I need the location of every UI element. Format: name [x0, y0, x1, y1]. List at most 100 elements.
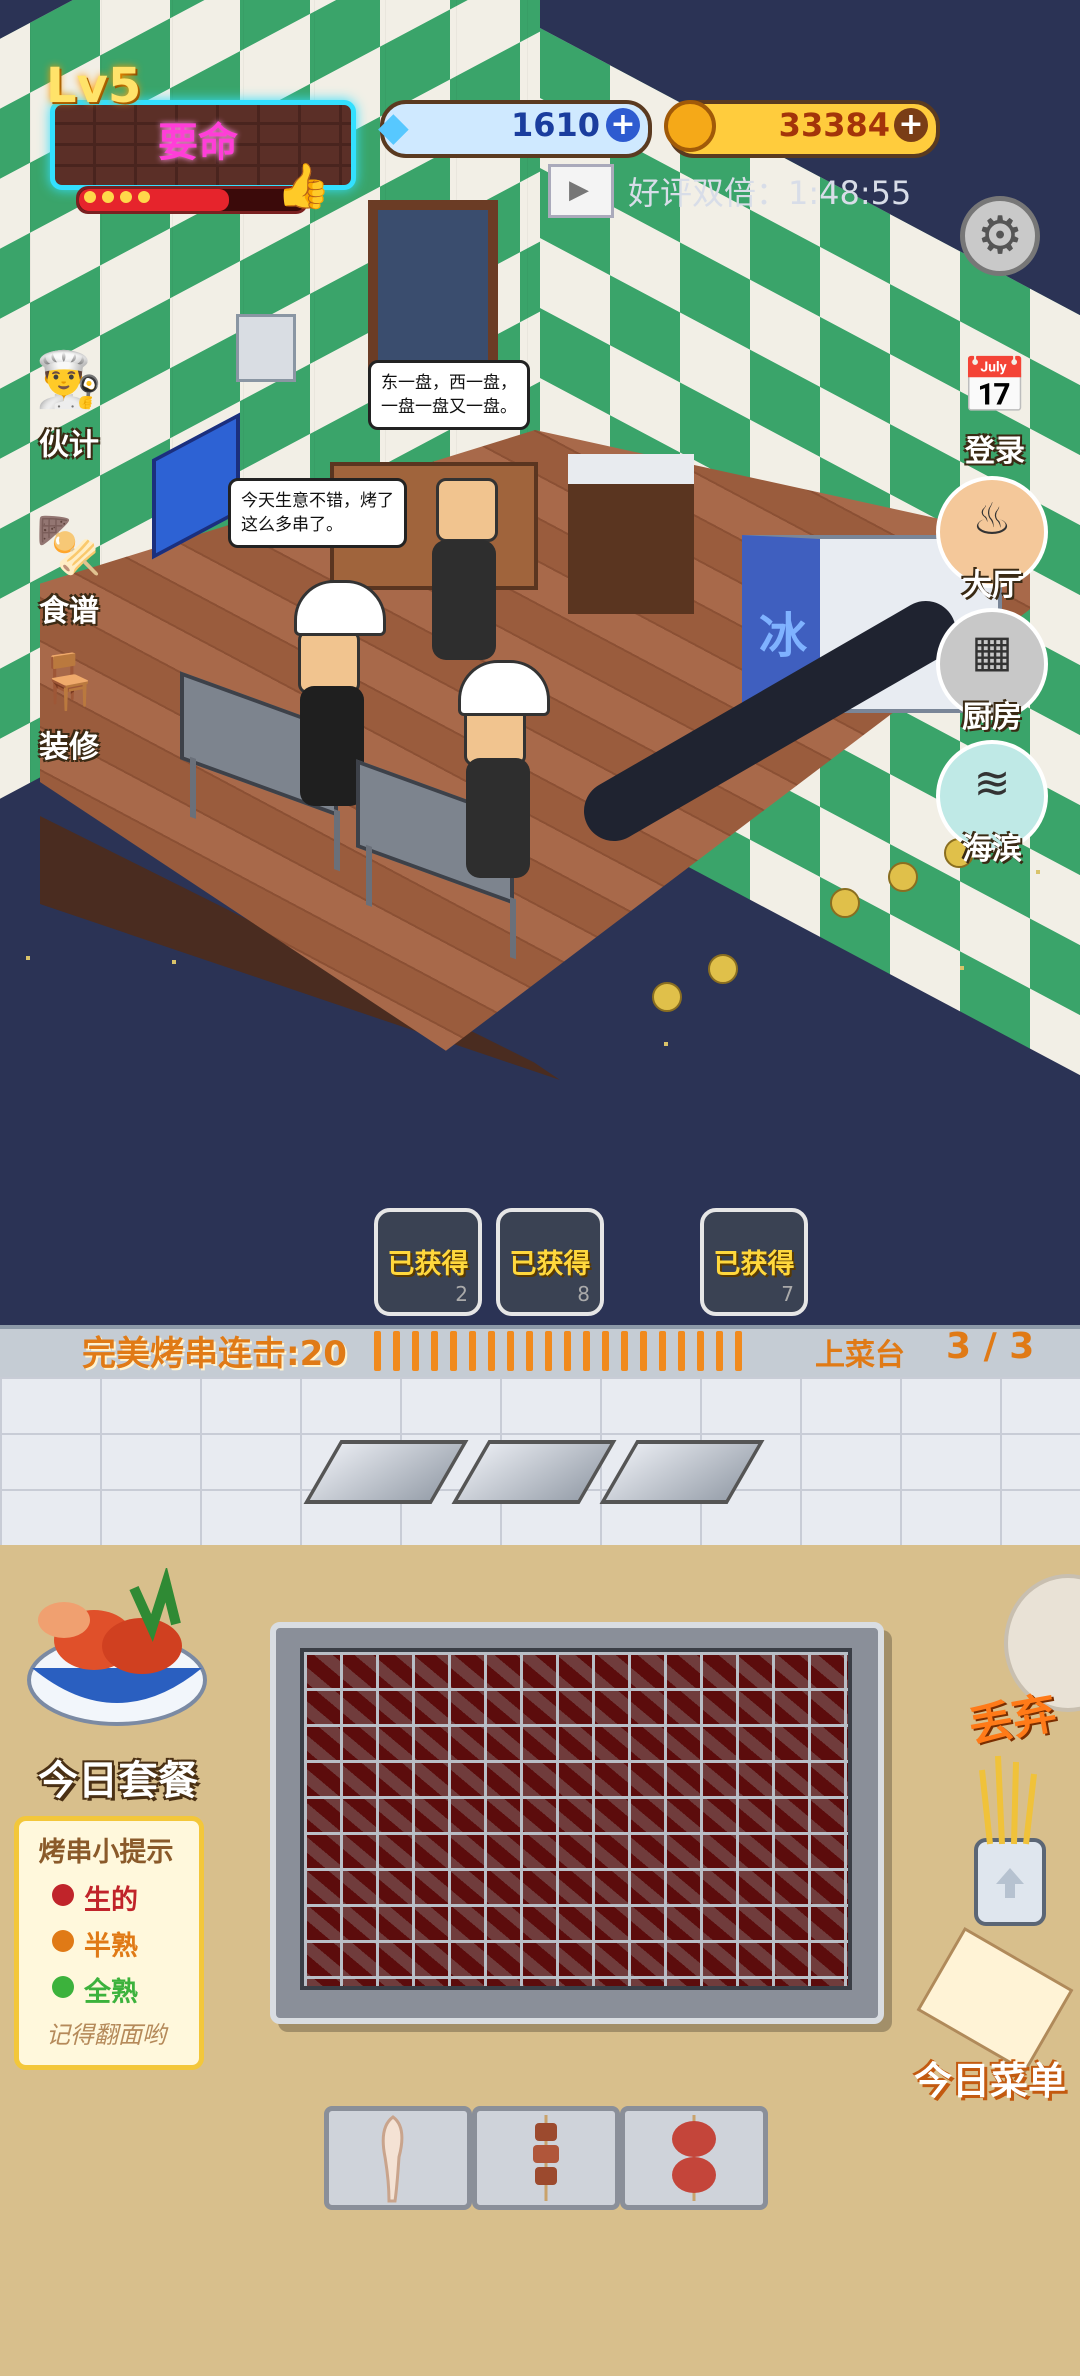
tips-title: 烤串小提示 [38, 1837, 174, 1868]
xp-dot [120, 191, 132, 203]
coin-drop[interactable] [708, 954, 738, 984]
star [172, 960, 176, 964]
achievement-count: 2 [455, 1282, 468, 1306]
today-menu-label[interactable]: 今日菜单 [914, 2050, 1066, 2105]
video-play-icon[interactable] [548, 164, 614, 218]
achievement-label: 已获得 [509, 1249, 591, 1280]
half-done-indicator-icon [52, 1930, 74, 1952]
waiter-body[interactable] [432, 540, 496, 660]
combo-tick [583, 1331, 590, 1371]
coin-drop[interactable] [830, 888, 860, 918]
combo-tick [735, 1331, 742, 1371]
meat-skewer-icon [533, 2115, 559, 2201]
skewer-slot[interactable] [620, 2106, 768, 2210]
sidebar-item-staff[interactable]: 👨‍🍳 伙计 [14, 340, 124, 464]
combo-tick [469, 1331, 476, 1371]
star [960, 966, 964, 970]
raw-indicator-icon [52, 1884, 74, 1906]
speech-bubble-chef: 今天生意不错，烤了 这么多串了。 [228, 478, 407, 548]
combo-tick [678, 1331, 685, 1371]
combo-tick [507, 1331, 514, 1371]
star [664, 1042, 668, 1046]
calendar-icon: 📅 [961, 354, 1029, 417]
star [26, 956, 30, 960]
combo-tick [450, 1331, 457, 1371]
combo-tick [640, 1331, 647, 1371]
chef-2-body[interactable] [466, 758, 530, 878]
sidebar-item-decorate[interactable]: 🪑 装修 [14, 642, 124, 766]
tip-raw: 生的 [84, 1885, 138, 1916]
sink [568, 454, 694, 614]
achievement-count: 8 [577, 1282, 590, 1306]
combo-tick [564, 1331, 571, 1371]
combo-tick [621, 1331, 628, 1371]
sidebar-item-label: 装修 [39, 730, 99, 765]
speech-bubble-waiter: 东一盘，西一盘， 一盘一盘又一盘。 [368, 360, 530, 430]
coin-drop[interactable] [888, 862, 918, 892]
sidebar-item-seaside[interactable]: ≋ 海滨 [936, 740, 1048, 867]
xp-bar-fill [79, 189, 229, 211]
combo-tick [526, 1331, 533, 1371]
serving-counter-value: 3 / 3 [946, 1326, 1035, 1367]
thumbs-up-icon: 👍 [276, 161, 331, 212]
sausage-skewer-icon [672, 2115, 716, 2201]
double-reward-timer[interactable]: 好评双倍：1:48:55 [628, 168, 911, 214]
tip-done: 全熟 [84, 1977, 138, 2008]
serving-counter-label: 上菜台 [815, 1338, 905, 1373]
window [368, 200, 498, 380]
seaside-icon: ≋ [973, 758, 1011, 809]
combo-tick [374, 1331, 381, 1371]
combo-tick [412, 1331, 419, 1371]
xp-dot [102, 191, 114, 203]
hall-icon: ♨ [972, 494, 1012, 545]
skewer-slot[interactable] [472, 2106, 620, 2210]
sidebar-item-label: 海滨 [962, 832, 1022, 867]
achievement-badge[interactable]: 已获得 7 [700, 1208, 808, 1316]
skewer-slot[interactable] [324, 2106, 472, 2210]
sidebar-item-hall[interactable]: ♨ 大厅 [936, 476, 1048, 603]
freezer-label: 冰 [758, 608, 807, 664]
sidebar-item-kitchen[interactable]: ▦ 厨房 [936, 608, 1048, 735]
coin-amount: 33384 [778, 106, 890, 144]
chef-1-face [298, 630, 360, 694]
achievement-label: 已获得 [713, 1249, 795, 1280]
achievement-count: 7 [781, 1282, 794, 1306]
sidebar-item-label: 食谱 [39, 594, 99, 629]
combo-tick [545, 1331, 552, 1371]
waiter-face [436, 478, 498, 542]
coin-drop[interactable] [652, 982, 682, 1012]
achievement-badge[interactable]: 已获得 2 [374, 1208, 482, 1316]
set-meal-label[interactable]: 今日套餐 [18, 1748, 218, 1806]
gem-amount: 1610 [510, 106, 600, 144]
combo-tick [716, 1331, 723, 1371]
xp-dot [84, 191, 96, 203]
xp-dot [138, 191, 150, 203]
add-gems-button[interactable]: + [606, 108, 640, 142]
set-meal-bowl-icon[interactable] [24, 1568, 210, 1738]
sidebar-item-recipes[interactable]: 🍢 食谱 [14, 506, 124, 630]
gear-icon[interactable]: ⚙ [960, 196, 1040, 276]
grill-grate[interactable] [300, 1648, 852, 1990]
chef-1-body[interactable] [300, 686, 364, 806]
kitchen-icon: ▦ [971, 626, 1013, 677]
done-indicator-icon [52, 1976, 74, 1998]
combo-tick [659, 1331, 666, 1371]
wall-vent [236, 314, 296, 382]
achievement-label: 已获得 [387, 1249, 469, 1280]
level-label: Lv5 [46, 58, 142, 114]
tip-half-done: 半熟 [84, 1931, 138, 1962]
chef-icon: 👨‍🍳 [35, 348, 103, 411]
squid-skewer-icon [381, 2115, 404, 2203]
decorate-table-icon: 🪑 [35, 650, 103, 713]
combo-tick [697, 1331, 704, 1371]
achievement-badge[interactable]: 已获得 8 [496, 1208, 604, 1316]
combo-tick [431, 1331, 438, 1371]
sidebar-item-login[interactable]: 📅 登录 [940, 346, 1050, 470]
combo-tick [488, 1331, 495, 1371]
combo-label: 完美烤串连击:20 [82, 1334, 347, 1374]
tips-footer: 记得翻面哟 [46, 2021, 166, 2049]
sidebar-item-label: 伙计 [39, 428, 99, 463]
combo-tick [602, 1331, 609, 1371]
discard-bin-icon[interactable] [968, 1750, 1052, 1930]
add-coins-button[interactable]: + [894, 108, 928, 142]
